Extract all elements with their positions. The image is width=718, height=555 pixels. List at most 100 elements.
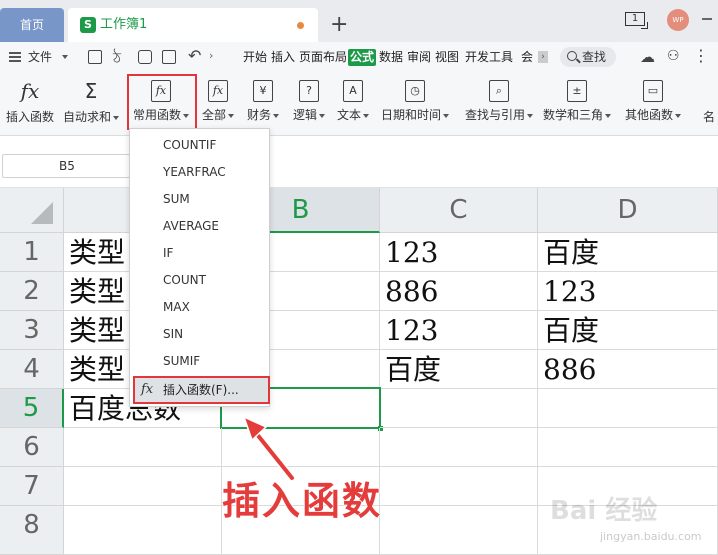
cell-a6[interactable] xyxy=(64,428,222,467)
cell-c2[interactable]: 886 xyxy=(380,272,538,311)
row-header[interactable]: 2 xyxy=(0,272,64,311)
cell-c1[interactable]: 123 xyxy=(380,233,538,272)
cell-d1[interactable]: 百度 xyxy=(538,233,718,272)
format-painter-icon[interactable]: ঠ xyxy=(113,47,121,72)
redo-chevron-icon[interactable]: › xyxy=(209,49,213,62)
tab-data[interactable]: 数据 xyxy=(379,42,403,72)
name-manager-button[interactable]: 名 xyxy=(700,78,718,125)
menu-item-sin[interactable]: SIN xyxy=(130,321,269,347)
tab-insert[interactable]: 插入 xyxy=(271,42,295,72)
menu-item-sum[interactable]: SUM xyxy=(130,186,269,212)
row-header[interactable]: 1 xyxy=(0,233,64,272)
text-functions-button[interactable]: A 文本 xyxy=(334,78,372,123)
window-count-badge[interactable]: 1 xyxy=(625,12,648,29)
print-icon[interactable] xyxy=(138,50,152,64)
cell-d4[interactable]: 886 xyxy=(538,350,718,389)
cell-c3[interactable]: 123 xyxy=(380,311,538,350)
tab-workbook[interactable]: S 工作簿1 xyxy=(68,8,318,42)
menu-icon[interactable] xyxy=(9,52,21,62)
chevron-down-icon xyxy=(62,55,68,59)
tab-home[interactable]: 首页 xyxy=(0,8,64,42)
annotation-label: 插入函数 xyxy=(221,478,383,524)
new-tab-button[interactable]: + xyxy=(330,12,348,38)
menu-item-countif[interactable]: COUNTIF xyxy=(130,132,269,158)
autosum-label: 自动求和 xyxy=(62,108,120,125)
insert-function-button[interactable]: fx 插入函数 xyxy=(4,78,56,125)
cell-c7[interactable] xyxy=(380,467,538,506)
logical-button[interactable]: ? 逻辑 xyxy=(290,78,328,123)
cell-d3[interactable]: 百度 xyxy=(538,311,718,350)
baidu-watermark-url: jingyan.baidu.com xyxy=(600,530,702,543)
math-button[interactable]: ± 数学和三角 xyxy=(542,78,612,123)
menu-item-average[interactable]: AVERAGE xyxy=(130,213,269,239)
select-all-button[interactable] xyxy=(0,188,64,233)
print-preview-icon[interactable] xyxy=(162,50,176,64)
text-functions-label: 文本 xyxy=(334,106,372,123)
insert-function-label: 插入函数 xyxy=(5,110,54,124)
search-icon xyxy=(567,51,577,61)
row-header[interactable]: 8 xyxy=(0,506,64,555)
file-menu[interactable]: 文件 xyxy=(28,42,52,72)
autosum-button[interactable]: Σ 自动求和 xyxy=(62,78,120,125)
save-icon[interactable] xyxy=(88,50,102,64)
yen-book-icon: ¥ xyxy=(253,80,273,102)
tabs-scroll-icon[interactable]: › xyxy=(538,51,548,63)
cell-d5[interactable] xyxy=(538,389,718,428)
more-icon[interactable]: ⋮ xyxy=(693,46,709,65)
menu-item-if[interactable]: IF xyxy=(130,240,269,266)
row-header[interactable]: 4 xyxy=(0,350,64,389)
column-header-d[interactable]: D xyxy=(538,188,718,233)
cell-c4[interactable]: 百度 xyxy=(380,350,538,389)
name-box[interactable]: B5 xyxy=(2,154,130,178)
other-functions-label: 其他函数 xyxy=(622,106,684,123)
lookup-button[interactable]: ⌕ 查找与引用 xyxy=(462,78,536,123)
ribbon: fx 插入函数 Σ 自动求和 fx 常用函数 fx 全部 ¥ 财务 ? 逻辑 A… xyxy=(0,72,718,136)
menu-item-yearfrac[interactable]: YEARFRAC xyxy=(130,159,269,185)
column-header-c[interactable]: C xyxy=(380,188,538,233)
menu-item-max[interactable]: MAX xyxy=(130,294,269,320)
cell-a8[interactable] xyxy=(64,506,222,555)
tab-start[interactable]: 开始 xyxy=(243,42,267,72)
avatar[interactable]: WP xyxy=(667,9,689,31)
cell-d6[interactable] xyxy=(538,428,718,467)
undo-icon[interactable]: ↶ xyxy=(188,46,201,65)
menu-item-count[interactable]: COUNT xyxy=(130,267,269,293)
lookup-label: 查找与引用 xyxy=(462,106,536,123)
all-functions-label: 全部 xyxy=(200,106,236,123)
insert-function-menu-label: 插入函数(F)... xyxy=(163,383,239,397)
plus-minus-book-icon: ± xyxy=(567,80,587,102)
minimize-icon[interactable] xyxy=(702,18,712,20)
magnifier-book-icon: ⌕ xyxy=(489,80,509,102)
all-functions-button[interactable]: fx 全部 xyxy=(200,78,236,123)
row-header[interactable]: 5 xyxy=(0,389,64,428)
tab-more[interactable]: 会 xyxy=(521,42,533,72)
menu-item-insert-function[interactable]: fx 插入函数(F)... xyxy=(133,376,270,404)
cell-c8[interactable] xyxy=(380,506,538,555)
datetime-button[interactable]: ◷ 日期和时间 xyxy=(380,78,450,123)
clock-book-icon: ◷ xyxy=(405,80,425,102)
tab-developer[interactable]: 开发工具 xyxy=(465,42,513,72)
tab-review[interactable]: 审阅 xyxy=(407,42,431,72)
search-button[interactable]: 查找 xyxy=(560,47,616,67)
row-header[interactable]: 7 xyxy=(0,467,64,506)
search-label: 查找 xyxy=(582,50,607,64)
menu-item-sumif[interactable]: SUMIF xyxy=(130,348,269,374)
tab-formulas[interactable]: 公式 xyxy=(348,49,377,66)
tab-view[interactable]: 视图 xyxy=(435,42,459,72)
cell-d2[interactable]: 123 xyxy=(538,272,718,311)
row-header[interactable]: 3 xyxy=(0,311,64,350)
other-functions-button[interactable]: ▭ 其他函数 xyxy=(622,78,684,123)
cell-b6[interactable] xyxy=(222,428,380,467)
logical-label: 逻辑 xyxy=(290,106,328,123)
fx-icon: fx xyxy=(20,79,40,103)
name-icon xyxy=(700,78,718,104)
cell-c6[interactable] xyxy=(380,428,538,467)
row-header[interactable]: 6 xyxy=(0,428,64,467)
financial-button[interactable]: ¥ 财务 xyxy=(244,78,282,123)
cell-c5[interactable] xyxy=(380,389,538,428)
name-manager-label: 名 xyxy=(702,110,715,124)
cell-a7[interactable] xyxy=(64,467,222,506)
tab-page-layout[interactable]: 页面布局 xyxy=(299,42,347,72)
cloud-icon[interactable]: ☁ xyxy=(640,48,655,66)
share-user-icon[interactable]: ⚇ xyxy=(667,48,680,64)
